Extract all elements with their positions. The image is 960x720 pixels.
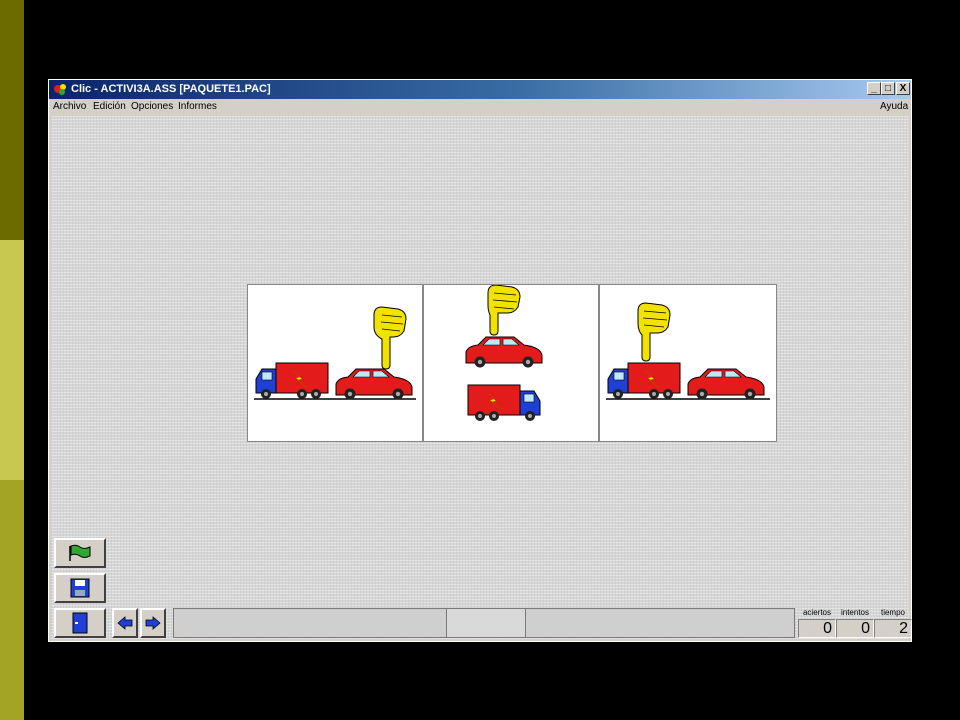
menu-opciones[interactable]: Opciones	[131, 101, 173, 112]
counter-intentos-value: 0	[836, 619, 874, 638]
flag-icon	[69, 544, 91, 561]
menu-archivo[interactable]: Archivo	[53, 101, 86, 112]
exit-door-icon	[72, 612, 88, 634]
status-bar-section	[446, 609, 526, 637]
truck-icon	[467, 384, 541, 421]
restore-button[interactable]: □	[881, 82, 895, 95]
window-title: Clic - ACTIVI3A.ASS [PAQUETE1.PAC]	[71, 83, 271, 95]
title-bar[interactable]: Clic - ACTIVI3A.ASS [PAQUETE1.PAC] _ □ X	[49, 80, 911, 99]
activity-cell-2[interactable]	[423, 284, 599, 442]
close-button[interactable]: X	[896, 82, 910, 95]
counter-tiempo-label: tiempo	[880, 608, 905, 617]
slide-strip-bottom	[0, 480, 24, 720]
menu-ayuda[interactable]: Ayuda	[880, 101, 908, 112]
previous-activity-button[interactable]	[112, 608, 138, 638]
activity-cell-1[interactable]	[247, 284, 423, 442]
activity-board	[247, 284, 777, 442]
counter-intentos: intentos 0	[836, 608, 874, 638]
activity-area: aciertos 0 intentos 0 tiempo 2	[51, 116, 912, 639]
menu-bar: Archivo Edición Opciones Informes Ayuda	[49, 99, 911, 115]
start-activity-button[interactable]	[54, 538, 106, 568]
truck-icon	[255, 362, 329, 399]
status-bar	[173, 608, 795, 638]
save-button[interactable]	[54, 573, 106, 603]
pointing-hand-icon	[637, 302, 671, 362]
exit-button[interactable]	[54, 608, 106, 638]
clic-app-icon	[54, 84, 66, 95]
arrow-right-icon	[145, 616, 161, 630]
minimize-button[interactable]: _	[867, 82, 881, 95]
menu-informes[interactable]: Informes	[178, 101, 217, 112]
next-activity-button[interactable]	[140, 608, 166, 638]
clic-window: Clic - ACTIVI3A.ASS [PAQUETE1.PAC] _ □ X…	[48, 79, 912, 642]
slide-strip-middle	[0, 240, 24, 480]
counter-intentos-label: intentos	[840, 608, 870, 617]
counter-aciertos-value: 0	[798, 619, 836, 638]
car-icon	[465, 336, 543, 368]
counter-aciertos-label: aciertos	[802, 608, 831, 617]
car-icon	[335, 368, 413, 400]
pointing-hand-icon	[487, 285, 521, 336]
menu-edicion[interactable]: Edición	[93, 101, 126, 112]
slide-strip-top	[0, 0, 24, 240]
counter-tiempo: tiempo 2	[874, 608, 912, 638]
counter-tiempo-value: 2	[874, 619, 912, 638]
car-icon	[687, 368, 765, 400]
save-icon	[70, 578, 90, 598]
activity-cell-3[interactable]	[599, 284, 777, 442]
truck-icon	[607, 362, 681, 399]
arrow-left-icon	[117, 616, 133, 630]
counter-aciertos: aciertos 0	[798, 608, 836, 638]
pointing-hand-icon	[373, 306, 407, 370]
